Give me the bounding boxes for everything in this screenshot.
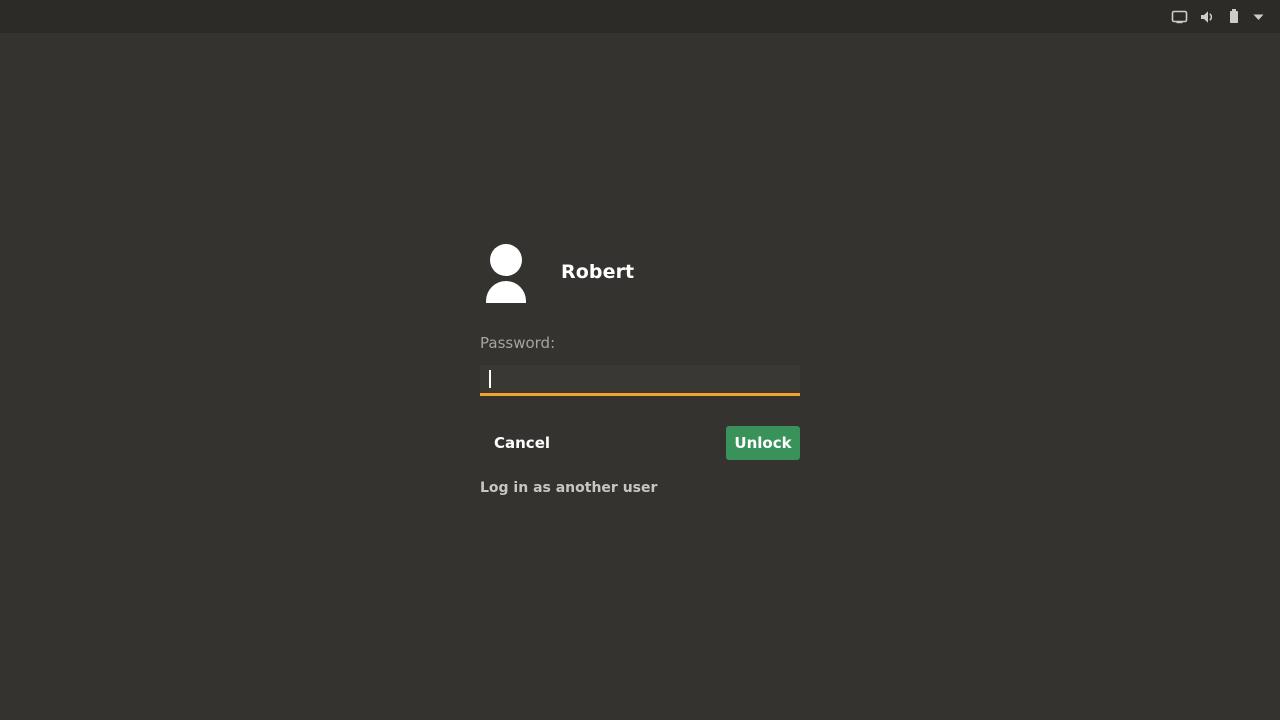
log-in-as-another-user-link[interactable]: Log in as another user: [480, 480, 657, 496]
avatar-body-shape: [486, 281, 526, 303]
password-label: Password:: [480, 334, 556, 352]
chevron-down-icon[interactable]: [1247, 0, 1270, 33]
display-icon[interactable]: [1166, 0, 1193, 33]
lock-screen: Robert Password: Cancel Unlock Log in as…: [0, 0, 1280, 720]
password-input[interactable]: [480, 365, 800, 393]
top-status-bar: [0, 0, 1280, 33]
text-cursor: [489, 370, 491, 388]
user-identity-row: Robert: [480, 240, 800, 304]
battery-icon[interactable]: [1222, 0, 1246, 33]
volume-icon[interactable]: [1194, 0, 1221, 33]
user-avatar-icon: [480, 241, 532, 303]
password-field[interactable]: [480, 365, 800, 396]
system-tray: [1166, 0, 1270, 33]
avatar-head-shape: [490, 244, 522, 276]
cancel-button[interactable]: Cancel: [480, 426, 564, 460]
unlock-button[interactable]: Unlock: [726, 426, 800, 460]
username-label: Robert: [561, 261, 635, 283]
dialog-button-row: Cancel Unlock: [480, 426, 800, 460]
unlock-dialog: Robert Password: Cancel Unlock Log in as…: [480, 240, 800, 496]
